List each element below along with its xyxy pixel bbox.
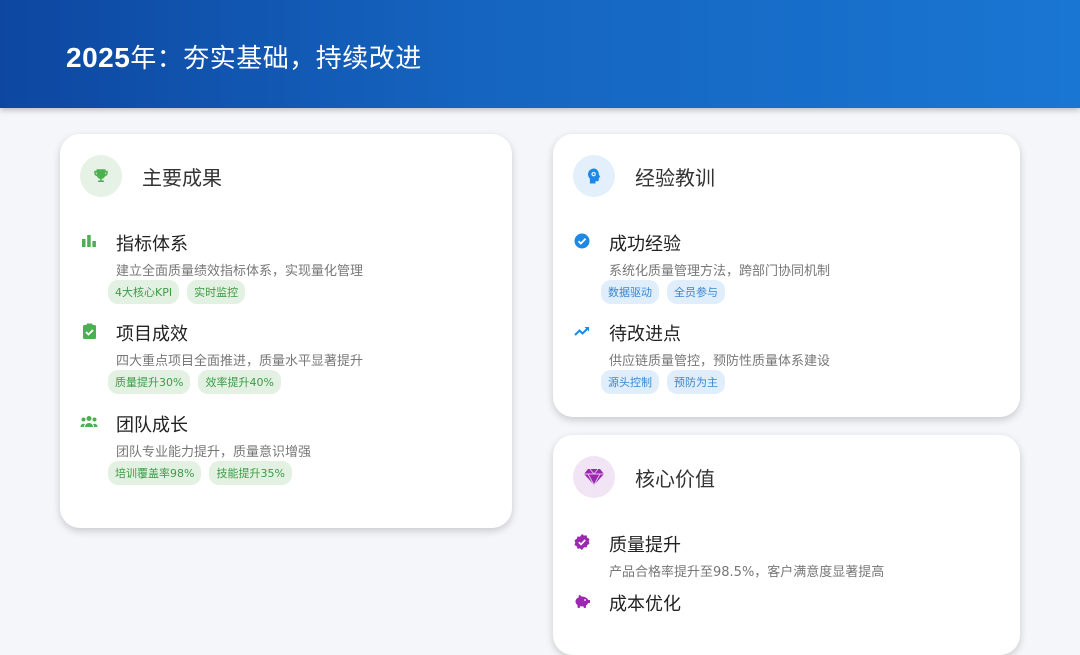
achievement-item-desc: 团队专业能力提升，质量意识增强 bbox=[116, 445, 312, 460]
lesson-item-desc: 供应链质量管控，预防性质量体系建设 bbox=[609, 354, 831, 369]
achievements-title: 主要成果 bbox=[142, 165, 222, 190]
piggy-bank-icon bbox=[573, 592, 591, 610]
lessons-title: 经验教训 bbox=[635, 165, 715, 190]
lesson-item-title: 成功经验 bbox=[609, 234, 681, 255]
achievement-item-desc: 建立全面质量绩效指标体系，实现量化管理 bbox=[116, 264, 364, 279]
tag: 质量提升30% bbox=[108, 370, 191, 394]
values-title: 核心价值 bbox=[635, 466, 715, 491]
tag: 4大核心KPI bbox=[108, 280, 180, 304]
tag: 技能提升35% bbox=[209, 461, 292, 485]
lesson-item-title: 待改进点 bbox=[609, 324, 681, 345]
achievement-item-title: 项目成效 bbox=[116, 324, 188, 345]
team-icon bbox=[80, 413, 98, 431]
page-header: 2025年：夯实基础，持续改进 bbox=[0, 0, 1080, 108]
trophy-icon bbox=[80, 155, 122, 197]
value-item-title: 成本优化 bbox=[609, 594, 681, 615]
bar-chart-icon bbox=[80, 232, 98, 250]
badge-check-icon bbox=[573, 533, 591, 551]
achievement-item-desc: 四大重点项目全面推进，质量水平显著提升 bbox=[116, 354, 364, 369]
tag: 预防为主 bbox=[667, 370, 725, 394]
tag: 培训覆盖率98% bbox=[108, 461, 202, 485]
lessons-card-header: 经验教训 bbox=[573, 154, 715, 198]
lesson-tags: 源头控制 预防为主 bbox=[601, 370, 725, 394]
value-item-title: 质量提升 bbox=[609, 535, 681, 556]
values-card-header: 核心价值 bbox=[573, 455, 715, 499]
values-card: 核心价值 质量提升 产品合格率提升至98.5%，客户满意度显著提高 成本优化 bbox=[553, 435, 1020, 655]
lesson-tags: 数据驱动 全员参与 bbox=[601, 280, 725, 304]
achievement-item-title: 团队成长 bbox=[116, 415, 188, 436]
achievement-tags: 质量提升30% 效率提升40% bbox=[108, 370, 281, 394]
tag: 实时监控 bbox=[187, 280, 246, 304]
value-item-desc: 产品合格率提升至98.5%，客户满意度显著提高 bbox=[609, 565, 885, 580]
check-circle-icon bbox=[573, 232, 591, 250]
tag: 全员参与 bbox=[667, 280, 725, 304]
achievement-tags: 4大核心KPI 实时监控 bbox=[108, 280, 246, 304]
achievements-card: 主要成果 指标体系 建立全面质量绩效指标体系，实现量化管理 4大核心KPI 实时… bbox=[60, 134, 512, 528]
page-title: 2025年：夯实基础，持续改进 bbox=[66, 42, 422, 74]
achievement-tags: 培训覆盖率98% 技能提升35% bbox=[108, 461, 292, 485]
achievements-card-header: 主要成果 bbox=[80, 154, 222, 198]
head-gear-icon bbox=[573, 155, 615, 197]
trend-up-icon bbox=[573, 322, 591, 340]
tag: 源头控制 bbox=[601, 370, 659, 394]
lessons-card: 经验教训 成功经验 系统化质量管理方法，跨部门协同机制 数据驱动 全员参与 待改… bbox=[553, 134, 1020, 417]
gem-icon bbox=[573, 456, 615, 498]
clipboard-check-icon bbox=[80, 322, 98, 340]
tag: 数据驱动 bbox=[601, 280, 659, 304]
tag: 效率提升40% bbox=[198, 370, 281, 394]
achievement-item-title: 指标体系 bbox=[116, 234, 188, 255]
lesson-item-desc: 系统化质量管理方法，跨部门协同机制 bbox=[609, 264, 831, 279]
